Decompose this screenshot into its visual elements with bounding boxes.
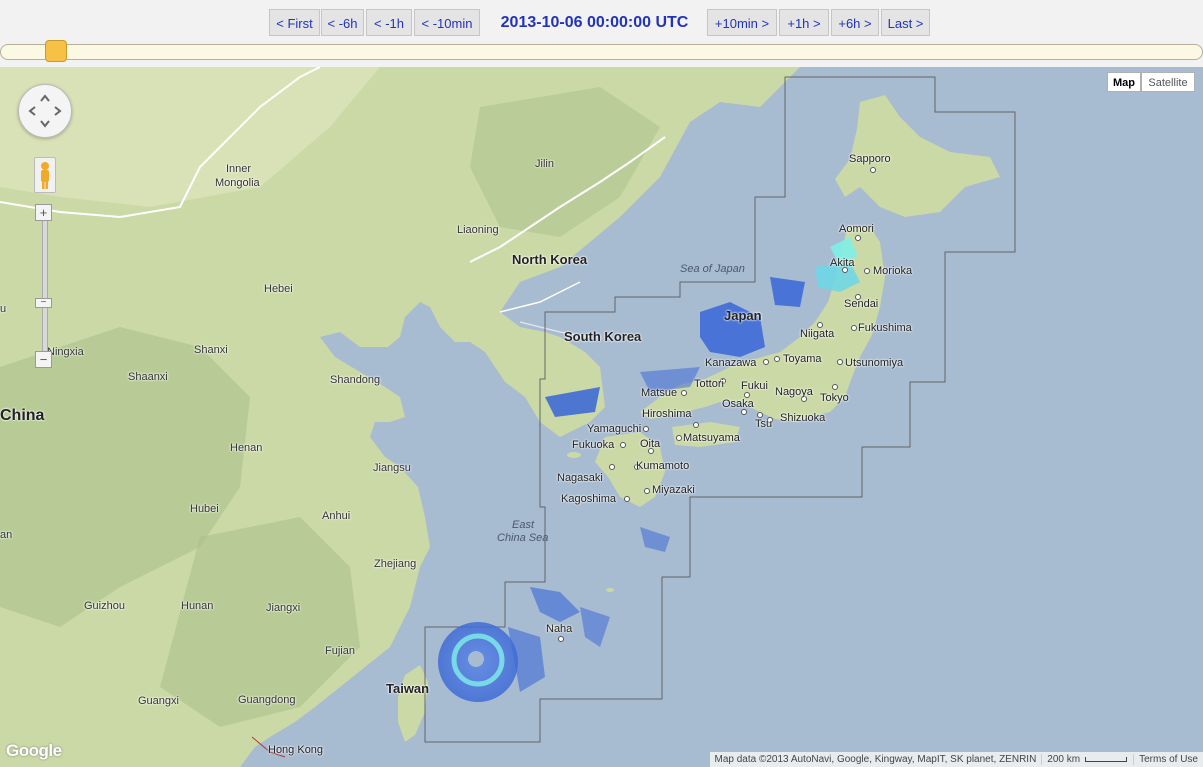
map-type-map-button[interactable]: Map — [1107, 72, 1141, 92]
label-east: East — [512, 519, 535, 531]
map-canvas[interactable]: China Inner Mongolia Jilin Liaoning Nort… — [0, 67, 1203, 767]
label-toyama: Toyama — [783, 353, 822, 365]
label-north-korea: North Korea — [512, 252, 588, 267]
label-morioka: Morioka — [873, 265, 913, 277]
label-niigata: Niigata — [800, 328, 835, 340]
map-base-layer — [0, 67, 1203, 767]
label-south-korea: South Korea — [564, 329, 642, 344]
label-kumamoto: Kumamoto — [636, 460, 690, 472]
zoom-in-icon[interactable]: + — [35, 204, 52, 221]
label-henan: Henan — [230, 442, 263, 454]
label-japan: Japan — [724, 308, 762, 323]
label-anhui: Anhui — [322, 510, 351, 522]
label-kanazawa: Kanazawa — [705, 357, 757, 369]
label-osaka: Osaka — [722, 398, 754, 410]
label-guizhou: Guizhou — [84, 600, 125, 612]
timeline-slider-track[interactable] — [0, 44, 1203, 60]
minus-10min-button[interactable]: < -10min — [414, 9, 480, 36]
zoom-out-icon[interactable]: − — [35, 351, 52, 368]
label-tottori: Tottori — [694, 378, 724, 390]
label-china-sea: China Sea — [497, 532, 549, 544]
plus-10min-button[interactable]: +10min > — [707, 9, 777, 36]
label-guangxi: Guangxi — [138, 695, 179, 707]
label-utsunomiya: Utsunomiya — [845, 357, 904, 369]
label-fujian: Fujian — [325, 645, 355, 657]
label-akita: Akita — [830, 257, 855, 269]
label-sendai: Sendai — [844, 298, 879, 310]
label-matsuyama: Matsuyama — [683, 432, 740, 444]
label-fukui: Fukui — [741, 380, 768, 392]
label-sapporo: Sapporo — [849, 153, 891, 165]
label-jilin: Jilin — [535, 158, 554, 170]
last-frame-button[interactable]: Last > — [881, 9, 930, 36]
label-tokyo: Tokyo — [820, 392, 849, 404]
current-timestamp: 2013-10-06 00:00:00 UTC — [500, 14, 689, 31]
label-jiangxi: Jiangxi — [266, 602, 301, 614]
zoom-slider-handle[interactable]: − — [35, 298, 52, 308]
label-hiroshima: Hiroshima — [642, 408, 692, 420]
label-zhejiang: Zhejiang — [374, 558, 417, 570]
minus-6h-button[interactable]: < -6h — [321, 9, 364, 36]
label-shandong: Shandong — [330, 374, 381, 386]
label-nagoya: Nagoya — [775, 386, 813, 398]
minus-1h-button[interactable]: < -1h — [366, 9, 412, 36]
label-jiangsu: Jiangsu — [373, 462, 411, 474]
label-edge-an: an — [0, 529, 13, 541]
google-logo: Google — [6, 741, 62, 760]
label-naha: Naha — [546, 623, 573, 635]
label-sea-of-japan: Sea of Japan — [680, 263, 745, 275]
terms-of-use-link[interactable]: Terms of Use — [1133, 754, 1203, 765]
timeline-slider-handle[interactable] — [45, 40, 67, 62]
label-guangdong: Guangdong — [238, 694, 296, 706]
label-shaanxi: Shaanxi — [128, 371, 168, 383]
zoom-slider-track[interactable] — [42, 217, 48, 359]
label-shizuoka: Shizuoka — [780, 412, 826, 424]
label-kagoshima: Kagoshima — [561, 493, 617, 505]
timeline-toolbar: < First < -6h < -1h < -10min 2013-10-06 … — [0, 0, 1203, 42]
pan-arrows-icon — [28, 94, 62, 128]
label-hong-kong: Hong Kong — [268, 744, 324, 756]
map-type-satellite-button[interactable]: Satellite — [1141, 72, 1195, 92]
label-china: China — [0, 407, 45, 424]
label-aomori: Aomori — [839, 223, 874, 235]
label-matsue: Matsue — [641, 387, 678, 399]
label-tsu: Tsu — [755, 418, 773, 430]
plus-1h-button[interactable]: +1h > — [779, 9, 829, 36]
label-hubei: Hubei — [190, 503, 219, 515]
street-view-pegman-icon[interactable] — [34, 157, 56, 193]
label-miyazaki: Miyazaki — [652, 484, 695, 496]
label-edge-u: u — [0, 303, 7, 315]
attribution-text: Map data ©2013 AutoNavi, Google, Kingway… — [714, 754, 1037, 765]
label-oita: Oita — [640, 438, 661, 450]
scale-label: 200 km — [1041, 754, 1086, 765]
label-fukushima: Fukushima — [858, 322, 912, 334]
label-inner: Inner — [226, 163, 252, 175]
pan-control[interactable] — [18, 84, 72, 138]
label-liaoning: Liaoning — [457, 224, 499, 236]
plus-6h-button[interactable]: +6h > — [831, 9, 879, 36]
label-shanxi: Shanxi — [194, 344, 228, 356]
label-ningxia: Ningxia — [47, 346, 84, 358]
map-attribution-bar: Map data ©2013 AutoNavi, Google, Kingway… — [709, 752, 1203, 767]
label-taiwan: Taiwan — [386, 681, 430, 696]
first-frame-button[interactable]: < First — [269, 9, 320, 36]
label-yamaguchi: Yamaguchi — [587, 423, 642, 435]
label-hunan: Hunan — [181, 600, 214, 612]
scale-bar-icon — [1085, 756, 1128, 762]
label-nagasaki: Nagasaki — [557, 472, 603, 484]
label-fukuoka: Fukuoka — [572, 439, 615, 451]
label-hebei: Hebei — [264, 283, 293, 295]
label-mongolia: Mongolia — [215, 177, 260, 189]
